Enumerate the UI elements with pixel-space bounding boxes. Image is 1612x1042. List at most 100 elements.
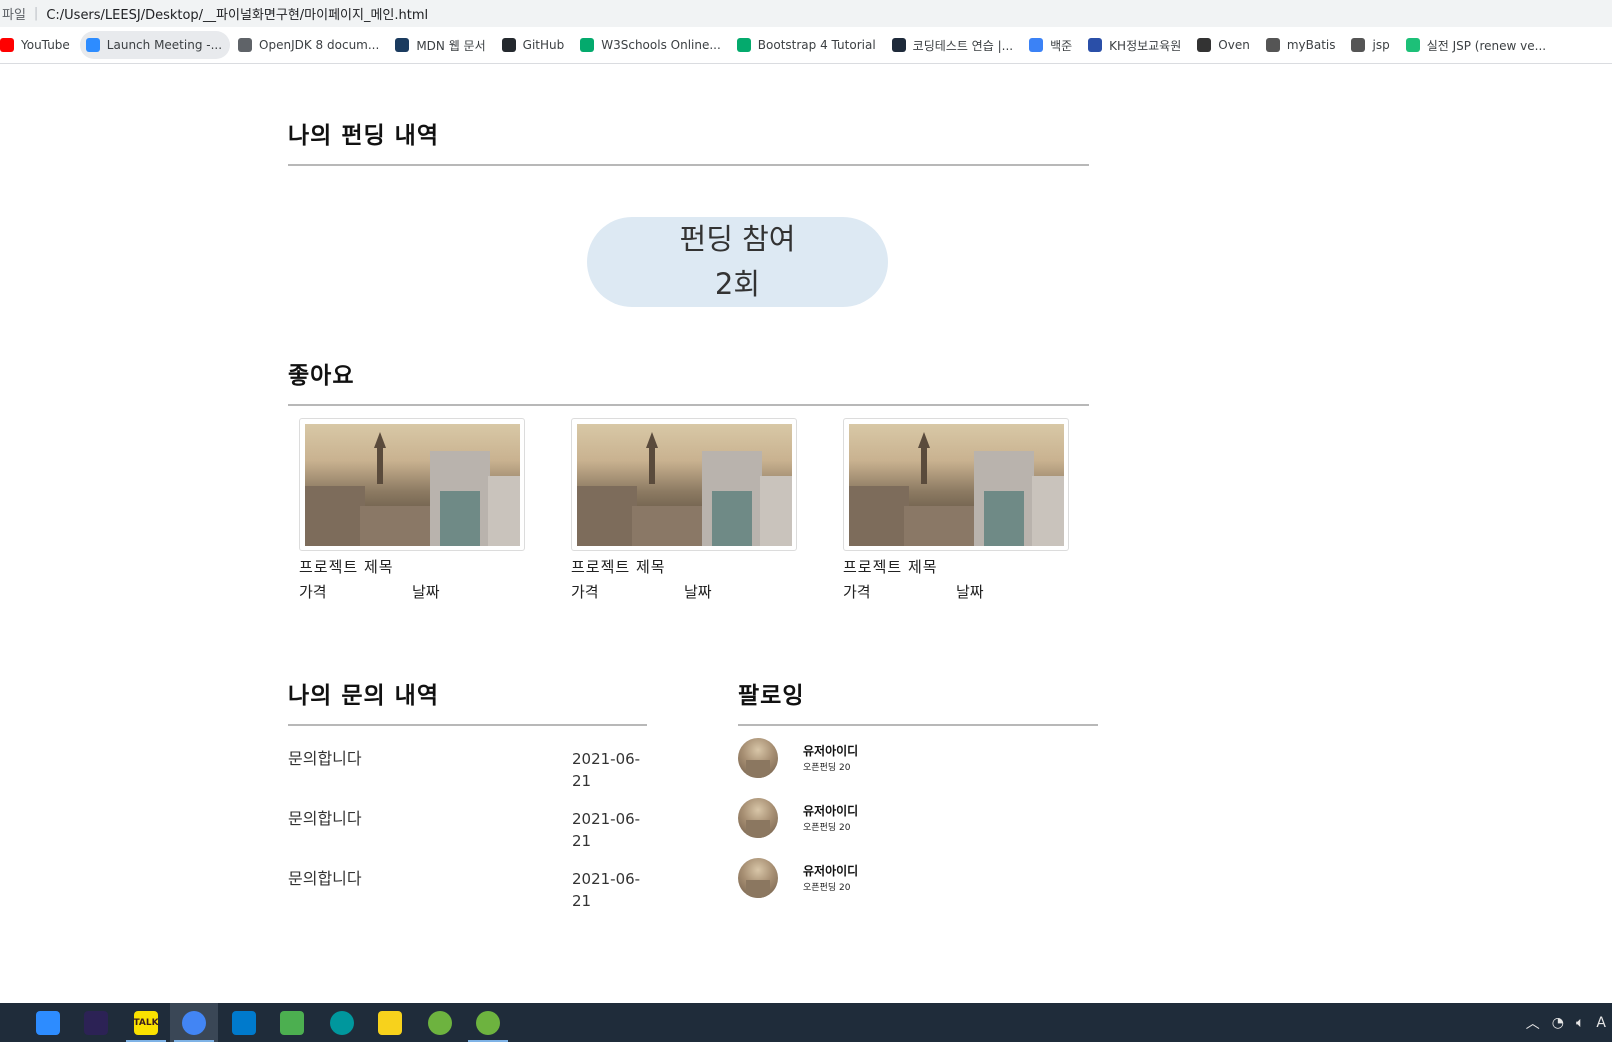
inquiry-section-title: 나의 문의 내역 bbox=[288, 683, 439, 709]
following-user-id[interactable]: 유저아이디 bbox=[803, 742, 858, 759]
ime-indicator[interactable]: A bbox=[1596, 1015, 1606, 1031]
address-url[interactable]: C:/Users/LEESJ/Desktop/__파이널화면구현/마이페이지_메… bbox=[46, 4, 428, 23]
inquiry-subject[interactable]: 문의합니다 bbox=[288, 869, 362, 888]
bookmark-item[interactable]: Launch Meeting -... bbox=[79, 31, 231, 59]
taskbar-app-eclipse[interactable] bbox=[72, 1003, 120, 1042]
bookmark-item[interactable]: 백준 bbox=[1023, 31, 1080, 59]
zoom-icon bbox=[85, 38, 100, 52]
inquiry-row[interactable]: 문의합니다 2021-06-21 bbox=[288, 748, 653, 790]
following-user-subtext: 오픈펀딩 20 bbox=[803, 883, 851, 893]
bookmark-item[interactable]: jsp bbox=[1345, 31, 1397, 59]
taskbar-app-zoom[interactable] bbox=[24, 1003, 72, 1042]
following-user-subtext: 오픈펀딩 20 bbox=[803, 763, 851, 773]
address-divider: | bbox=[33, 6, 39, 21]
funding-count-badge: 펀딩 참여 2회 bbox=[587, 217, 888, 307]
bookmarks-bar: YouTube Launch Meeting -... OpenJDK 8 docu… bbox=[0, 27, 1612, 64]
inflearn-icon bbox=[1405, 38, 1420, 52]
inquiry-row[interactable]: 문의합니다 2021-06-21 bbox=[288, 808, 653, 850]
following-divider bbox=[738, 724, 1098, 726]
bookmark-label: 백준 bbox=[1050, 38, 1073, 53]
taskbar-app-media[interactable] bbox=[268, 1003, 316, 1042]
bookmark-item[interactable]: 실전 JSP (renew ve... bbox=[1400, 31, 1554, 59]
liked-project-card[interactable]: 프로젝트 제목 가격 날짜 bbox=[299, 418, 525, 604]
project-title[interactable]: 프로젝트 제목 bbox=[299, 554, 525, 580]
bookmark-item[interactable]: myBatis bbox=[1260, 31, 1344, 59]
project-date: 날짜 bbox=[956, 583, 984, 601]
inquiry-date: 2021-06-21 bbox=[572, 750, 641, 790]
bookmark-label: OpenJDK 8 docum... bbox=[259, 38, 380, 52]
code-icon bbox=[1029, 38, 1044, 52]
avatar[interactable] bbox=[738, 738, 778, 778]
project-thumbnail[interactable] bbox=[299, 418, 525, 551]
chrome-icon bbox=[182, 1010, 206, 1035]
w3schools-icon bbox=[736, 38, 751, 52]
project-thumbnail[interactable] bbox=[843, 418, 1069, 551]
avatar[interactable] bbox=[738, 858, 778, 898]
taskbar-app-kakaotalk[interactable]: TALK bbox=[122, 1003, 170, 1042]
bookmark-item[interactable]: Oven bbox=[1191, 31, 1258, 59]
project-thumbnail[interactable] bbox=[571, 418, 797, 551]
following-user-id[interactable]: 유저아이디 bbox=[803, 802, 858, 819]
likes-divider bbox=[288, 404, 1089, 406]
inquiry-subject[interactable]: 문의합니다 bbox=[288, 809, 362, 828]
inquiry-divider bbox=[288, 724, 647, 726]
github-icon bbox=[501, 38, 516, 52]
globe-icon bbox=[1265, 38, 1280, 52]
likes-section-title: 좋아요 bbox=[288, 363, 355, 389]
bookmark-item[interactable]: OpenJDK 8 docum... bbox=[232, 31, 387, 59]
taskbar-app-chrome[interactable] bbox=[170, 1003, 218, 1042]
project-title[interactable]: 프로젝트 제목 bbox=[571, 554, 797, 580]
zoom-icon bbox=[36, 1010, 60, 1035]
city-photo bbox=[848, 423, 1064, 546]
taskbar-app-sticky-notes[interactable] bbox=[366, 1003, 414, 1042]
bookmark-item[interactable]: 코딩테스트 연습 |... bbox=[886, 31, 1021, 59]
mdn-icon bbox=[395, 38, 410, 52]
bookmark-label: 코딩테스트 연습 |... bbox=[912, 38, 1014, 53]
bookmark-item[interactable]: YouTube bbox=[0, 31, 78, 59]
sticky-notes-icon bbox=[378, 1010, 402, 1035]
arduino-icon bbox=[330, 1010, 354, 1035]
project-price: 가격 bbox=[571, 583, 599, 601]
project-meta: 가격 날짜 bbox=[571, 580, 797, 604]
funding-count-value: 2회 bbox=[714, 267, 761, 301]
city-photo bbox=[304, 423, 520, 546]
following-user[interactable]: 유저아이디 오픈펀딩 20 bbox=[738, 858, 938, 900]
bookmark-item[interactable]: GitHub bbox=[496, 31, 573, 59]
bookmark-label: YouTube bbox=[21, 38, 70, 52]
taskbar: ︿ ◔ 🔈︎ A TALK bbox=[0, 1003, 1612, 1042]
taskbar-app-spring[interactable] bbox=[416, 1003, 464, 1042]
following-section-title: 팔로잉 bbox=[738, 683, 805, 709]
inquiry-subject[interactable]: 문의합니다 bbox=[288, 749, 362, 768]
following-user[interactable]: 유저아이디 오픈펀딩 20 bbox=[738, 798, 938, 840]
liked-project-card[interactable]: 프로젝트 제목 가격 날짜 bbox=[571, 418, 797, 604]
city-photo bbox=[576, 423, 792, 546]
liked-project-card[interactable]: 프로젝트 제목 가격 날짜 bbox=[843, 418, 1069, 604]
following-user-subtext: 오픈펀딩 20 bbox=[803, 823, 851, 833]
bookmark-label: Oven bbox=[1218, 38, 1250, 52]
w3schools-icon bbox=[580, 38, 595, 52]
bookmark-item[interactable]: MDN 웹 문서 bbox=[389, 31, 493, 59]
chevron-up-icon[interactable]: ︿ bbox=[1526, 1013, 1540, 1033]
project-title[interactable]: 프로젝트 제목 bbox=[843, 554, 1069, 580]
avatar[interactable] bbox=[738, 798, 778, 838]
following-user[interactable]: 유저아이디 오픈펀딩 20 bbox=[738, 738, 938, 780]
bookmark-item[interactable]: KH정보교육원 bbox=[1082, 31, 1189, 59]
taskbar-app-arduino[interactable] bbox=[318, 1003, 366, 1042]
volume-icon[interactable]: 🔈︎ bbox=[1576, 1015, 1584, 1031]
bookmark-item[interactable]: Bootstrap 4 Tutorial bbox=[731, 31, 884, 59]
network-icon[interactable]: ◔ bbox=[1552, 1015, 1564, 1031]
taskbar-app-spring[interactable] bbox=[464, 1003, 512, 1042]
project-price: 가격 bbox=[299, 583, 327, 601]
system-tray[interactable]: ︿ ◔ 🔈︎ A bbox=[1514, 1003, 1606, 1042]
taskbar-app-vscode[interactable] bbox=[220, 1003, 268, 1042]
address-bar[interactable]: 파일 | C:/Users/LEESJ/Desktop/__파이널화면구현/마이… bbox=[0, 0, 1612, 27]
bookmark-item[interactable]: W3Schools Online... bbox=[574, 31, 729, 59]
search-doc-icon bbox=[238, 38, 253, 52]
inquiry-date: 2021-06-21 bbox=[572, 810, 641, 850]
following-user-id[interactable]: 유저아이디 bbox=[803, 862, 858, 879]
bookmark-label: 실전 JSP (renew ve... bbox=[1426, 38, 1547, 53]
inquiry-row[interactable]: 문의합니다 2021-06-21 bbox=[288, 868, 653, 910]
project-date: 날짜 bbox=[684, 583, 712, 601]
programmers-icon bbox=[891, 38, 906, 52]
bookmark-label: Launch Meeting -... bbox=[106, 38, 223, 52]
